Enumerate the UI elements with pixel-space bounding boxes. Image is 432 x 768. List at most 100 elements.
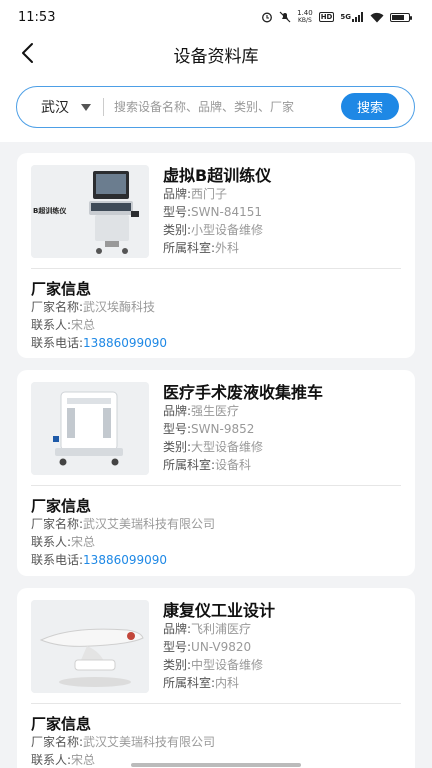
brand-value: 飞利浦医疗 <box>191 622 252 636</box>
speed-unit: KB/S <box>297 17 312 24</box>
department-line: 所属科室:设备科 <box>163 456 251 473</box>
category-label: 类别: <box>163 223 192 237</box>
product-card[interactable]: 康复仪工业设计 品牌:飞利浦医疗 型号:UN-V9820 类别:中型设备维修 所… <box>17 588 415 768</box>
signal-icon: 5G <box>340 12 364 22</box>
search-area: 武汉 搜索 <box>0 72 432 142</box>
model-label: 型号: <box>163 205 192 219</box>
city-selector[interactable]: 武汉 <box>41 97 91 117</box>
search-bar: 武汉 搜索 <box>16 86 415 128</box>
category-line: 类别:中型设备维修 <box>163 656 263 673</box>
model-value: SWN-84151 <box>191 205 263 219</box>
speed-value: 1.40 <box>297 9 313 17</box>
department-line: 所属科室:内科 <box>163 674 239 691</box>
home-indicator[interactable] <box>131 763 301 767</box>
category-value: 中型设备维修 <box>191 658 264 672</box>
category-value: 大型设备维修 <box>191 440 264 454</box>
phone-label: 联系电话: <box>31 336 84 350</box>
divider <box>31 703 401 704</box>
category-line: 类别:小型设备维修 <box>163 221 263 238</box>
brand-value: 强生医疗 <box>191 404 240 418</box>
vendor-name-label: 厂家名称: <box>31 735 84 749</box>
wifi-icon <box>370 12 384 23</box>
network-type: 5G <box>340 13 351 21</box>
phone-link[interactable]: 13886099090 <box>83 336 167 350</box>
contact-label: 联系人: <box>31 753 72 767</box>
contact-line: 联系人:宋总 <box>31 533 95 550</box>
product-card[interactable]: 医疗手术废液收集推车 品牌:强生医疗 型号:SWN-9852 类别:大型设备维修… <box>17 370 415 576</box>
contact-line: 联系人:宋总 <box>31 751 95 768</box>
search-button[interactable]: 搜索 <box>341 93 399 120</box>
vendor-name-line: 厂家名称:武汉埃酶科技 <box>31 298 155 315</box>
dropdown-arrow-icon <box>81 103 91 111</box>
status-time: 11:53 <box>18 9 56 25</box>
contact-label: 联系人: <box>31 318 72 332</box>
divider <box>31 485 401 486</box>
vendor-name-value: 武汉艾美瑞科技有限公司 <box>83 517 216 531</box>
vendor-name-label: 厂家名称: <box>31 300 84 314</box>
product-card[interactable]: B超训练仪 虚拟B超训练仪 品牌:西门子 型号:SWN-84151 类别:小型设… <box>17 153 415 358</box>
brand-label: 品牌: <box>163 187 192 201</box>
page-title: 设备资料库 <box>173 47 259 67</box>
product-image <box>31 600 149 693</box>
category-line: 类别:大型设备维修 <box>163 438 263 455</box>
department-value: 内科 <box>215 676 240 690</box>
divider <box>103 98 104 116</box>
vendor-section-title: 厂家信息 <box>31 280 92 298</box>
contact-line: 联系人:宋总 <box>31 316 95 333</box>
product-image <box>31 382 149 475</box>
vendor-name-label: 厂家名称: <box>31 517 84 531</box>
phone-line: 联系电话:13886099090 <box>31 551 167 568</box>
model-line: 型号:SWN-9852 <box>163 420 254 437</box>
product-name: 康复仪工业设计 <box>163 601 276 620</box>
department-value: 外科 <box>215 241 240 255</box>
category-label: 类别: <box>163 440 192 454</box>
alarm-icon <box>261 11 273 23</box>
hd-icon: HD <box>318 12 335 22</box>
search-input[interactable] <box>114 100 324 114</box>
brand-line: 品牌:飞利浦医疗 <box>163 620 251 637</box>
status-icons: 1.40 KB/S HD 5G <box>261 9 412 25</box>
brand-label: 品牌: <box>163 622 192 636</box>
model-label: 型号: <box>163 422 192 436</box>
phone-link[interactable]: 13886099090 <box>83 553 167 567</box>
vendor-section-title: 厂家信息 <box>31 715 92 733</box>
department-label: 所属科室: <box>163 241 216 255</box>
vendor-section-title: 厂家信息 <box>31 497 92 515</box>
model-value: SWN-9852 <box>191 422 255 436</box>
model-value: UN-V9820 <box>191 640 252 654</box>
network-speed: 1.40 KB/S <box>297 9 313 25</box>
city-label: 武汉 <box>41 100 69 116</box>
divider <box>31 268 401 269</box>
vendor-name-value: 武汉埃酶科技 <box>83 300 156 314</box>
vendor-name-line: 厂家名称:武汉艾美瑞科技有限公司 <box>31 515 215 532</box>
department-line: 所属科室:外科 <box>163 239 239 256</box>
product-image: B超训练仪 <box>31 165 149 258</box>
brand-line: 品牌:西门子 <box>163 185 227 202</box>
phone-label: 联系电话: <box>31 553 84 567</box>
nav-bar: 设备资料库 <box>0 34 432 72</box>
model-label: 型号: <box>163 640 192 654</box>
mute-icon <box>279 11 291 23</box>
vendor-name-value: 武汉艾美瑞科技有限公司 <box>83 735 216 749</box>
brand-label: 品牌: <box>163 404 192 418</box>
category-label: 类别: <box>163 658 192 672</box>
brand-value: 西门子 <box>191 187 228 201</box>
battery-icon <box>390 12 412 22</box>
phone-line: 联系电话:13886099090 <box>31 334 167 351</box>
image-caption: B超训练仪 <box>33 207 67 215</box>
contact-value: 宋总 <box>71 753 96 767</box>
model-line: 型号:SWN-84151 <box>163 203 262 220</box>
department-value: 设备科 <box>215 458 252 472</box>
department-label: 所属科室: <box>163 676 216 690</box>
category-value: 小型设备维修 <box>191 223 264 237</box>
contact-value: 宋总 <box>71 318 96 332</box>
department-label: 所属科室: <box>163 458 216 472</box>
product-name: 虚拟B超训练仪 <box>163 166 272 185</box>
model-line: 型号:UN-V9820 <box>163 638 251 655</box>
status-bar: 11:53 1.40 KB/S HD 5G <box>0 0 432 34</box>
brand-line: 品牌:强生医疗 <box>163 402 239 419</box>
contact-value: 宋总 <box>71 535 96 549</box>
vendor-name-line: 厂家名称:武汉艾美瑞科技有限公司 <box>31 733 215 750</box>
contact-label: 联系人: <box>31 535 72 549</box>
product-name: 医疗手术废液收集推车 <box>163 383 324 402</box>
